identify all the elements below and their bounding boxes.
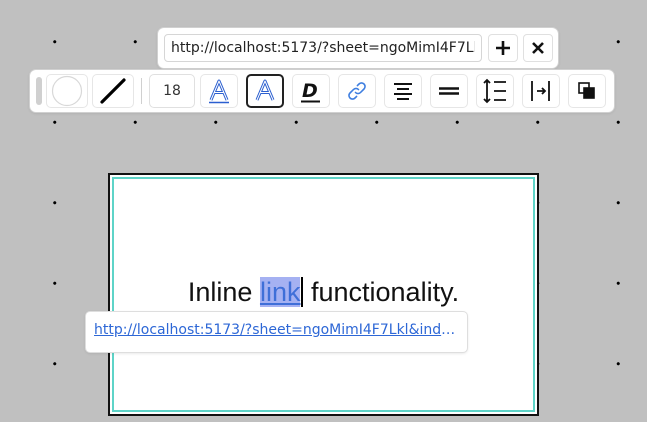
text-outline-button[interactable] <box>200 74 238 108</box>
svg-text:D: D <box>302 80 318 102</box>
letter-spacing-button[interactable] <box>522 74 560 108</box>
letter-spacing-icon <box>531 81 550 101</box>
shape-text[interactable]: Inline link functionality. <box>110 277 537 308</box>
stroke-button[interactable] <box>92 74 134 108</box>
text-shape[interactable]: Inline link functionality. <box>108 173 539 416</box>
fill-color-button[interactable] <box>46 74 88 108</box>
line-height-button[interactable] <box>430 74 468 108</box>
line-height-icon <box>439 87 459 95</box>
link-preview-popup: http://localhost:5173/?sheet=ngoMimI4F7L… <box>86 312 467 352</box>
drag-handle[interactable] <box>36 77 42 105</box>
align-center-icon <box>394 83 412 100</box>
inline-link[interactable]: link <box>259 277 301 307</box>
vertical-spacing-button[interactable] <box>476 74 514 108</box>
text-fill-icon <box>255 79 275 101</box>
add-link-button[interactable] <box>488 34 518 62</box>
italic-d-icon: D <box>301 80 320 103</box>
link-icon <box>348 82 366 100</box>
stroke-line-icon <box>100 78 126 104</box>
vertical-spacing-icon <box>483 78 506 104</box>
url-editor-bar <box>158 28 558 68</box>
align-center-button[interactable] <box>384 74 422 108</box>
url-input[interactable] <box>164 34 482 62</box>
layer-order-button[interactable] <box>568 74 606 108</box>
toolbar-separator <box>141 78 142 104</box>
text-fill-button[interactable] <box>246 74 284 108</box>
link-button[interactable] <box>338 74 376 108</box>
italic-underline-button[interactable]: D <box>292 74 330 108</box>
link-preview-url[interactable]: http://localhost:5173/?sheet=ngoMimI4F7L… <box>94 322 459 338</box>
close-url-editor-button[interactable] <box>523 34 553 62</box>
plus-icon <box>496 41 510 55</box>
text-outline-icon <box>209 79 229 104</box>
layer-order-icon <box>578 82 595 99</box>
fill-circle-icon <box>51 75 83 107</box>
font-size-input[interactable] <box>149 74 195 108</box>
formatting-toolbar: D <box>30 70 614 112</box>
text-after-link: functionality. <box>303 277 460 307</box>
close-icon <box>532 42 544 54</box>
text-before-link: Inline <box>187 277 260 307</box>
